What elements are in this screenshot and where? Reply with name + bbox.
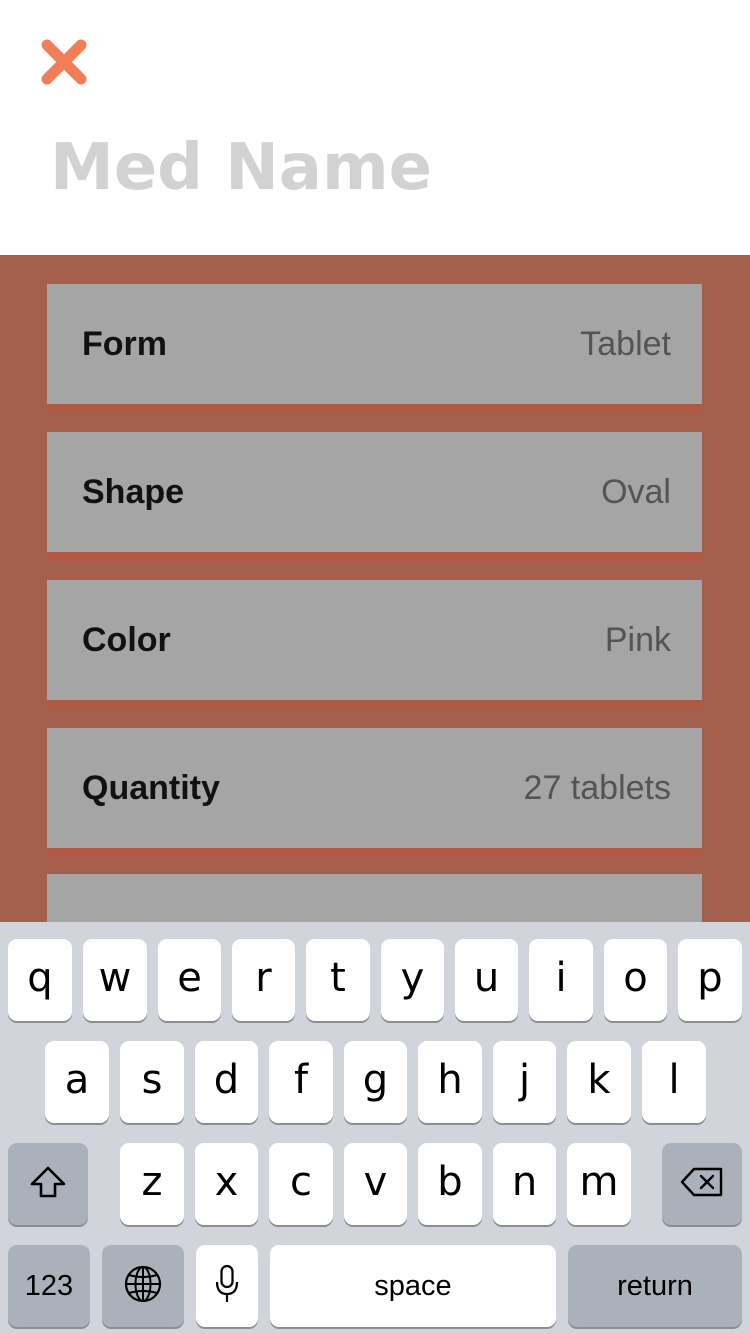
partial-row[interactable] [47,874,702,922]
microphone-icon [215,1264,239,1302]
key-f[interactable]: f [269,1041,333,1123]
shift-key[interactable] [8,1143,88,1225]
key-g[interactable]: g [344,1041,407,1123]
return-key[interactable]: return [568,1245,742,1327]
numbers-key[interactable]: 123 [8,1245,90,1327]
key-q[interactable]: q [8,939,72,1021]
color-label: Color [82,621,171,659]
key-d[interactable]: d [195,1041,258,1123]
key-j[interactable]: j [493,1041,556,1123]
key-r[interactable]: r [232,939,295,1021]
quantity-value: 27 tablets [523,769,671,807]
key-e[interactable]: e [158,939,221,1021]
med-name-input[interactable] [50,128,710,208]
delete-key[interactable] [662,1143,742,1225]
key-z[interactable]: z [120,1143,184,1225]
globe-icon [124,1265,162,1303]
form-value: Tablet [580,325,671,363]
key-c[interactable]: c [269,1143,333,1225]
dictation-key[interactable] [196,1245,258,1327]
key-i[interactable]: i [529,939,593,1021]
form-row[interactable]: Form Tablet [47,284,702,413]
key-m[interactable]: m [567,1143,631,1225]
key-h[interactable]: h [418,1041,482,1123]
shape-label: Shape [82,473,185,511]
key-b[interactable]: b [418,1143,482,1225]
key-a[interactable]: a [45,1041,109,1123]
close-button[interactable] [38,36,90,88]
close-icon [41,39,87,85]
globe-key[interactable] [102,1245,184,1327]
key-o[interactable]: o [604,939,667,1021]
shape-value: Oval [601,473,671,511]
shift-icon [30,1166,66,1198]
color-value: Pink [604,621,671,659]
space-key[interactable]: space [270,1245,556,1327]
color-row[interactable]: Color Pink [47,580,702,709]
key-p[interactable]: p [678,939,742,1021]
backspace-icon [680,1167,723,1197]
key-k[interactable]: k [567,1041,631,1123]
key-y[interactable]: y [381,939,444,1021]
quantity-label: Quantity [82,769,220,807]
header [0,0,750,255]
key-t[interactable]: t [306,939,370,1021]
key-w[interactable]: w [83,939,147,1021]
key-s[interactable]: s [120,1041,184,1123]
key-n[interactable]: n [493,1143,556,1225]
keyboard: q w e r t y u i o p a s d f g h j k l z … [0,922,750,1334]
medication-details-form: Form Tablet Shape Oval Color Pink Quanti… [0,255,750,922]
key-v[interactable]: v [344,1143,407,1225]
key-l[interactable]: l [642,1041,706,1123]
quantity-row[interactable]: Quantity 27 tablets [47,728,702,857]
form-label: Form [82,325,167,363]
key-u[interactable]: u [455,939,518,1021]
shape-row[interactable]: Shape Oval [47,432,702,561]
key-x[interactable]: x [195,1143,258,1225]
